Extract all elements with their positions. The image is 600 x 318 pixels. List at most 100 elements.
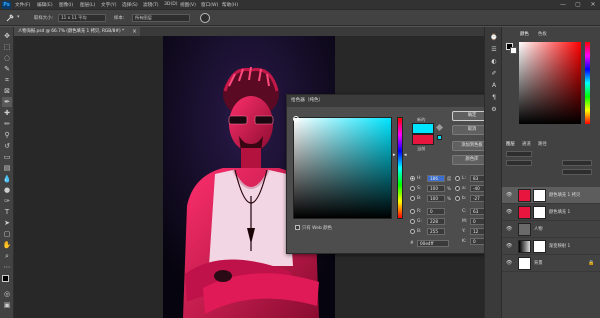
web-safe-warning-icon[interactable] — [437, 135, 442, 140]
visibility-eye-icon[interactable]: 👁 — [506, 226, 512, 232]
path-select-icon[interactable]: ➤ — [2, 218, 12, 228]
hue-radio[interactable] — [410, 176, 415, 181]
sample-size-select[interactable]: 11 x 11 平均 — [58, 14, 106, 22]
glyphs-panel-icon[interactable]: ⚙ — [489, 105, 499, 115]
history-brush-icon[interactable]: ↺ — [2, 141, 12, 151]
hand-tool-icon[interactable]: ✋ — [2, 240, 12, 250]
layer-row[interactable]: 👁 渐变映射 1 — [502, 238, 600, 255]
s-input[interactable]: 100 — [427, 185, 445, 192]
brightness-radio[interactable] — [410, 196, 415, 201]
eyedropper-icon[interactable]: ✒ — [2, 97, 12, 107]
close-window-icon[interactable]: ✕ — [586, 0, 600, 10]
crop-tool-icon[interactable]: ⌗ — [2, 75, 12, 85]
panel-background-swatch[interactable] — [510, 47, 517, 54]
menu-window[interactable]: 窗口(W) — [201, 2, 218, 8]
blur-tool-icon[interactable]: 💧 — [2, 174, 12, 184]
h-input[interactable]: 186 — [427, 175, 445, 182]
color-panel-field[interactable] — [519, 42, 581, 124]
quick-select-tool-icon[interactable]: ✎ — [2, 64, 12, 74]
paragraph-panel-icon[interactable]: ¶ — [489, 93, 499, 103]
sampling-ring-icon[interactable] — [200, 13, 210, 23]
layer-row[interactable]: 👁 人物 — [502, 221, 600, 238]
menu-layer[interactable]: 图层(L) — [80, 2, 95, 8]
gradient-tool-icon[interactable]: ▤ — [2, 163, 12, 173]
menu-filter[interactable]: 滤镜(T) — [143, 2, 159, 8]
color-panel-hue-slider[interactable] — [585, 42, 590, 124]
blue-radio[interactable] — [410, 229, 415, 234]
saturation-radio[interactable] — [410, 186, 415, 191]
current-color-swatch[interactable] — [412, 134, 434, 145]
blend-mode-select[interactable] — [506, 160, 532, 166]
hue-slider[interactable] — [397, 117, 403, 219]
opacity-field[interactable] — [562, 160, 592, 166]
visibility-eye-icon[interactable]: 👁 — [506, 192, 512, 198]
menu-select[interactable]: 选择(S) — [122, 2, 138, 8]
brush-tool-icon[interactable]: ✏ — [2, 119, 12, 129]
close-tab-icon[interactable]: × — [132, 27, 137, 36]
properties-panel-icon[interactable]: ☰ — [489, 45, 499, 55]
layer-row[interactable]: 👁 背景 🔒 — [502, 255, 600, 272]
tab-channels[interactable]: 通道 — [522, 141, 531, 147]
visibility-eye-icon[interactable]: 👁 — [506, 243, 512, 249]
eyedropper-tool-icon[interactable] — [5, 13, 15, 23]
tool-preset-chevron-icon[interactable]: ▾ — [17, 14, 20, 20]
menu-3d[interactable]: 3D(D) — [164, 2, 178, 7]
history-panel-icon[interactable]: ⌚ — [489, 33, 499, 43]
character-panel-icon[interactable]: A — [489, 81, 499, 91]
menu-view[interactable]: 视图(V) — [180, 2, 196, 8]
a-radio[interactable] — [455, 186, 460, 191]
l-radio[interactable] — [455, 176, 460, 181]
tab-layers[interactable]: 图层 — [506, 141, 515, 147]
g-input[interactable]: 228 — [427, 218, 445, 225]
layer-mask-thumbnail[interactable] — [533, 189, 546, 202]
dodge-tool-icon[interactable]: ● — [2, 185, 12, 195]
layer-filter-select[interactable] — [506, 151, 532, 157]
type-tool-icon[interactable]: T — [2, 207, 12, 217]
menu-image[interactable]: 图像(I) — [59, 2, 73, 8]
visibility-eye-icon[interactable]: 👁 — [506, 260, 512, 266]
layer-row[interactable]: 👁 颜色填充 1 — [502, 204, 600, 221]
layer-mask-thumbnail[interactable] — [533, 240, 546, 253]
maximize-icon[interactable]: ▢ — [571, 0, 585, 10]
fill-field[interactable] — [562, 169, 592, 175]
clone-stamp-icon[interactable]: ⚲ — [2, 130, 12, 140]
frame-tool-icon[interactable]: ⊠ — [2, 86, 12, 96]
blue-input[interactable]: 255 — [427, 228, 445, 235]
b-input[interactable]: 100 — [427, 195, 445, 202]
marquee-tool-icon[interactable]: ⬚ — [2, 42, 12, 52]
web-only-checkbox[interactable] — [295, 225, 300, 230]
lasso-tool-icon[interactable]: ◌ — [2, 53, 12, 63]
healing-brush-icon[interactable]: ✚ — [2, 108, 12, 118]
hue-slider-left-arrow-icon[interactable]: ▸ — [393, 152, 396, 158]
rectangle-tool-icon[interactable]: ▢ — [2, 229, 12, 239]
move-tool-icon[interactable]: ✥ — [2, 31, 12, 41]
screen-mode-icon[interactable]: ▣ — [2, 300, 12, 310]
tab-paths[interactable]: 路径 — [538, 141, 547, 147]
r-input[interactable]: 0 — [427, 208, 445, 215]
brush-settings-icon[interactable]: ✐ — [489, 69, 499, 79]
tab-color[interactable]: 颜色 — [520, 31, 529, 37]
quick-mask-icon[interactable]: ◎ — [2, 289, 12, 299]
foreground-color-swatch[interactable] — [2, 275, 9, 282]
layer-mask-thumbnail[interactable] — [533, 206, 546, 219]
menu-edit[interactable]: 编辑(E) — [37, 2, 53, 8]
hex-input[interactable]: 00e4ff — [417, 240, 449, 247]
zoom-tool-icon[interactable]: ⌕ — [2, 251, 12, 261]
visibility-eye-icon[interactable]: 👁 — [506, 209, 512, 215]
more-tools-icon[interactable]: ⋯ — [2, 262, 12, 272]
menu-file[interactable]: 文件(F) — [15, 2, 30, 8]
tab-swatches[interactable]: 色板 — [538, 31, 547, 37]
color-field-cursor[interactable] — [293, 116, 299, 122]
hue-slider-right-arrow-icon[interactable]: ◂ — [404, 152, 407, 158]
adjustments-panel-icon[interactable]: ◐ — [489, 57, 499, 67]
sample-select[interactable]: 所有图层 — [132, 14, 190, 22]
menu-help[interactable]: 帮助(H) — [222, 2, 238, 8]
gamut-warning-icon[interactable] — [435, 123, 444, 132]
pen-tool-icon[interactable]: ✑ — [2, 196, 12, 206]
menu-type[interactable]: 文字(Y) — [101, 2, 117, 8]
document-tab[interactable]: 人物海报.psd @ 66.7% (颜色填充 1 拷贝, RGB/8#) * × — [14, 27, 140, 36]
red-radio[interactable] — [410, 209, 415, 214]
saturation-brightness-field[interactable] — [293, 117, 392, 219]
layer-row[interactable]: 👁 颜色填充 1 拷贝 — [502, 187, 600, 204]
minimize-icon[interactable]: — — [556, 0, 570, 10]
